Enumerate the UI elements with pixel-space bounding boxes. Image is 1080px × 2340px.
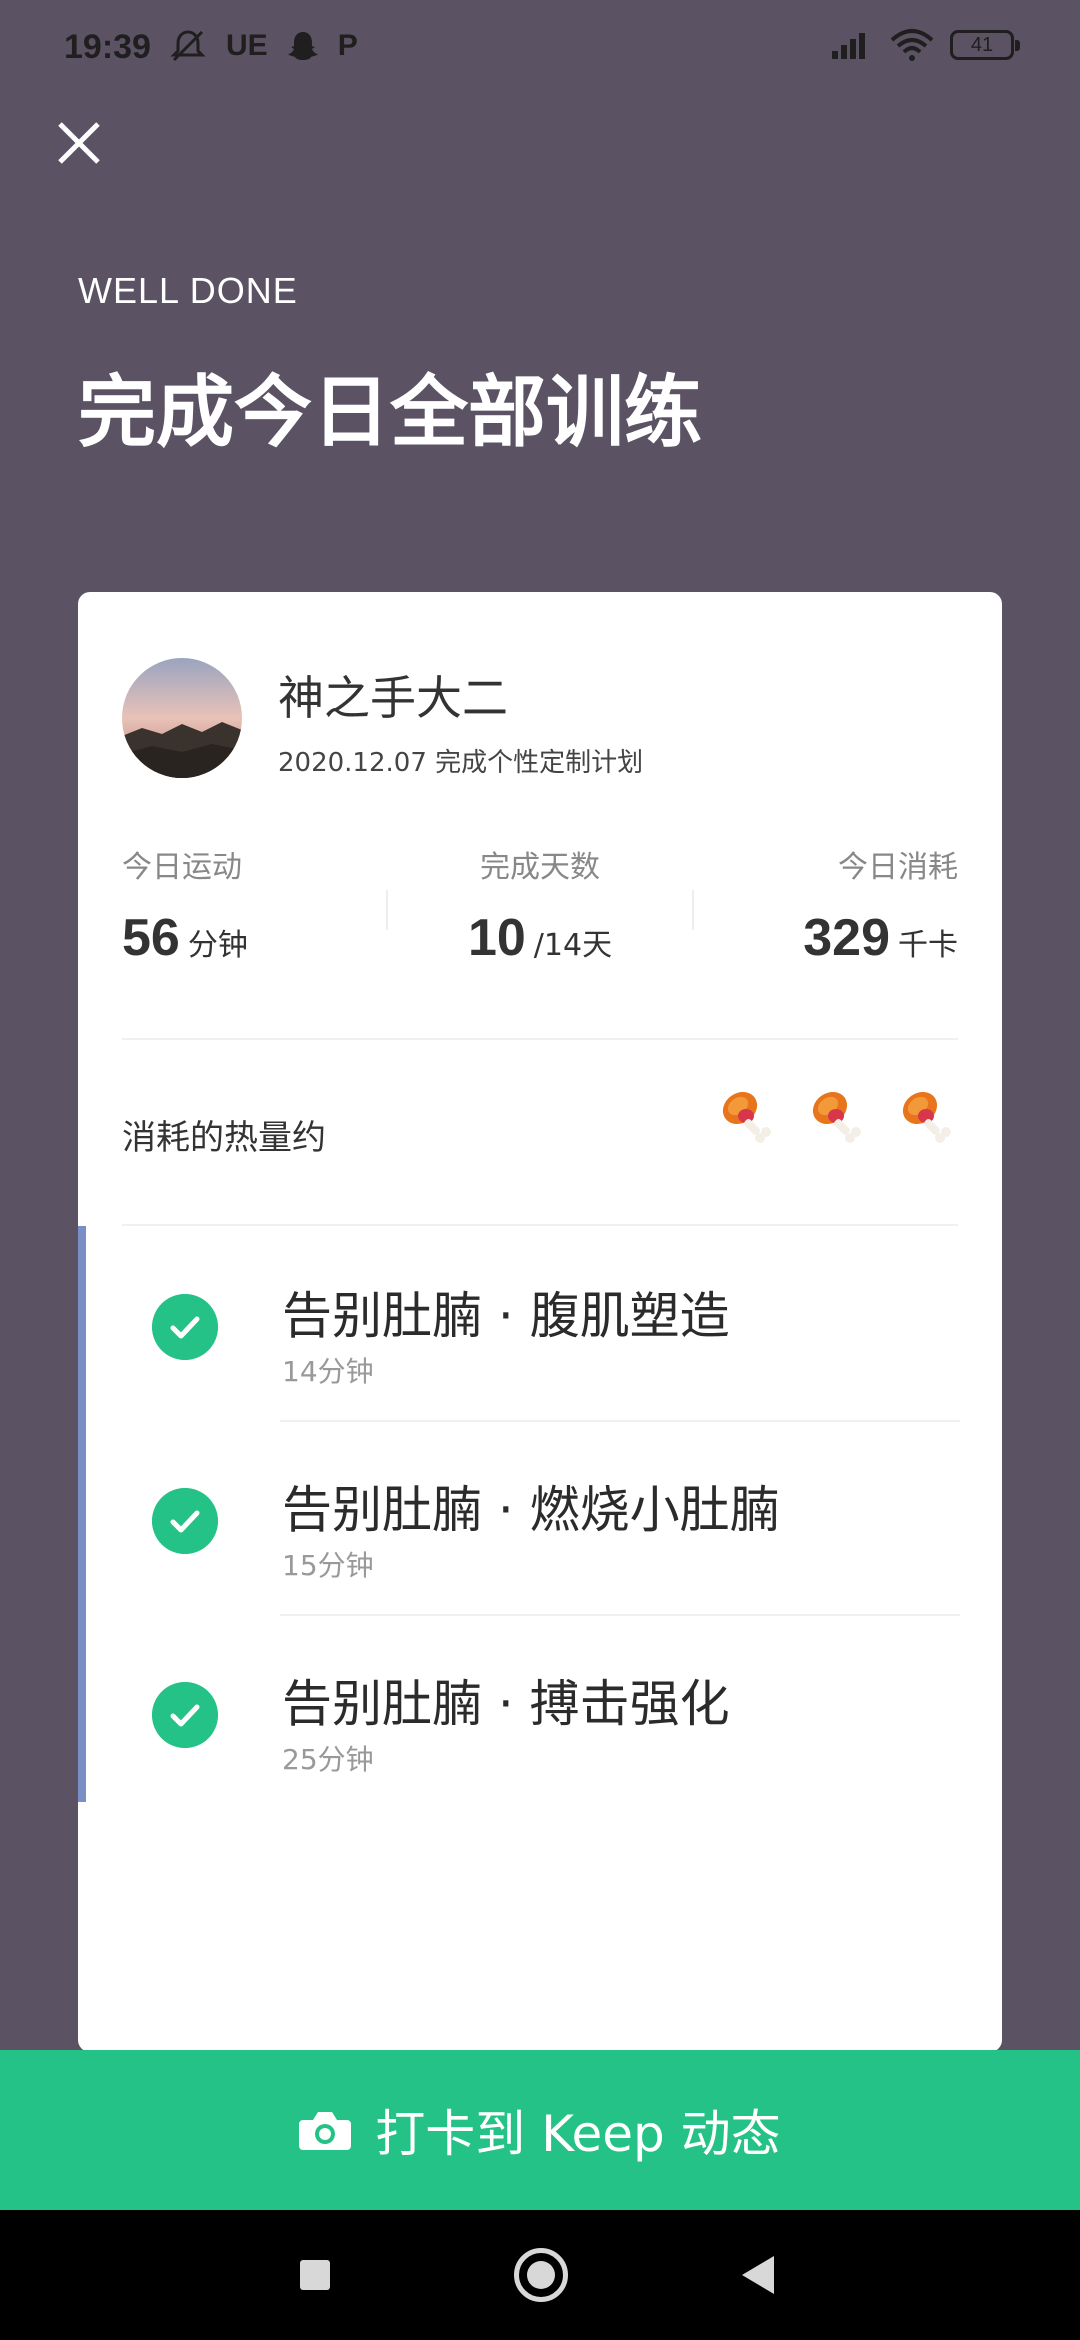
user-name: 神之手大二 <box>278 671 508 725</box>
status-icons-right: 41 <box>830 28 1020 62</box>
status-p-label: P <box>337 29 358 62</box>
snapchat-icon <box>287 32 318 60</box>
checkmark-icon <box>152 1294 218 1360</box>
well-done-eyebrow: WELL DONE <box>78 270 298 311</box>
status-time: 19:39 <box>64 28 151 66</box>
system-nav-bar <box>0 2210 1080 2340</box>
stats-row: 今日运动 56 分钟 完成天数 10/14天 今日消耗 329 千卡 <box>122 842 958 972</box>
stat-label: 今日消耗 <box>838 850 958 885</box>
share-to-keep-button[interactable]: 打卡到 Keep 动态 <box>0 2050 1080 2210</box>
status-ue-label: UE <box>226 29 268 62</box>
stat-divider <box>692 890 694 930</box>
stat-exercise-time: 今日运动 56 分钟 <box>122 842 382 968</box>
stat-unit: 分钟 <box>187 928 248 963</box>
divider <box>122 1224 958 1226</box>
status-icons-left: UE P <box>168 26 358 66</box>
workout-duration: 15分钟 <box>282 1549 374 1582</box>
battery-icon: 41 <box>950 30 1020 60</box>
calorie-icons <box>714 1082 958 1146</box>
stat-divider <box>386 890 388 930</box>
stat-unit: /14天 <box>533 928 613 963</box>
camera-icon <box>299 2112 352 2150</box>
close-icon <box>58 122 100 164</box>
stat-days-completed: 完成天数 10/14天 <box>410 842 670 968</box>
workout-duration: 14分钟 <box>282 1355 374 1388</box>
home-button[interactable] <box>514 2248 568 2302</box>
stat-value: 56 <box>122 909 180 967</box>
avatar[interactable] <box>122 658 242 778</box>
workout-title: 告别肚腩 · 腹肌塑造 <box>282 1287 730 1345</box>
workout-duration: 25分钟 <box>282 1743 374 1776</box>
user-subtitle: 2020.12.07 完成个性定制计划 <box>278 748 644 778</box>
wifi-icon <box>890 29 934 61</box>
checkmark-icon <box>152 1488 218 1554</box>
drumstick-icon <box>722 1091 771 1143</box>
drumstick-icon <box>902 1091 951 1143</box>
drumstick-icon <box>812 1091 861 1143</box>
workout-title: 告别肚腩 · 燃烧小肚腩 <box>282 1481 780 1539</box>
page-title: 完成今日全部训练 <box>78 368 703 458</box>
stat-calories: 今日消耗 329 千卡 <box>698 842 958 968</box>
avatar-image <box>122 658 242 778</box>
share-button-label: 打卡到 Keep 动态 <box>375 2105 781 2163</box>
checkmark-icon <box>152 1682 218 1748</box>
stat-value: 10 <box>467 909 526 967</box>
stat-label: 完成天数 <box>480 850 600 885</box>
stat-value: 329 <box>803 909 890 967</box>
workout-item[interactable]: 告别肚腩 · 搏击强化 25分钟 <box>78 1616 1002 1810</box>
workout-item[interactable]: 告别肚腩 · 腹肌塑造 14分钟 <box>78 1228 1002 1422</box>
status-bar: 19:39 UE P 41 <box>0 0 1080 100</box>
recents-button[interactable] <box>300 2260 330 2290</box>
signal-icon <box>832 33 865 59</box>
stat-unit: 千卡 <box>898 928 958 963</box>
summary-card: 神之手大二 2020.12.07 完成个性定制计划 今日运动 56 分钟 完成天数… <box>78 592 1002 2052</box>
close-button[interactable] <box>54 118 104 168</box>
mute-icon <box>170 30 206 62</box>
calorie-label: 消耗的热量约 <box>122 1118 326 1158</box>
workout-title: 告别肚腩 · 搏击强化 <box>282 1675 730 1733</box>
workout-item[interactable]: 告别肚腩 · 燃烧小肚腩 15分钟 <box>78 1422 1002 1616</box>
stat-label: 今日运动 <box>122 850 242 885</box>
divider <box>122 1038 958 1040</box>
back-button[interactable] <box>742 2256 774 2294</box>
